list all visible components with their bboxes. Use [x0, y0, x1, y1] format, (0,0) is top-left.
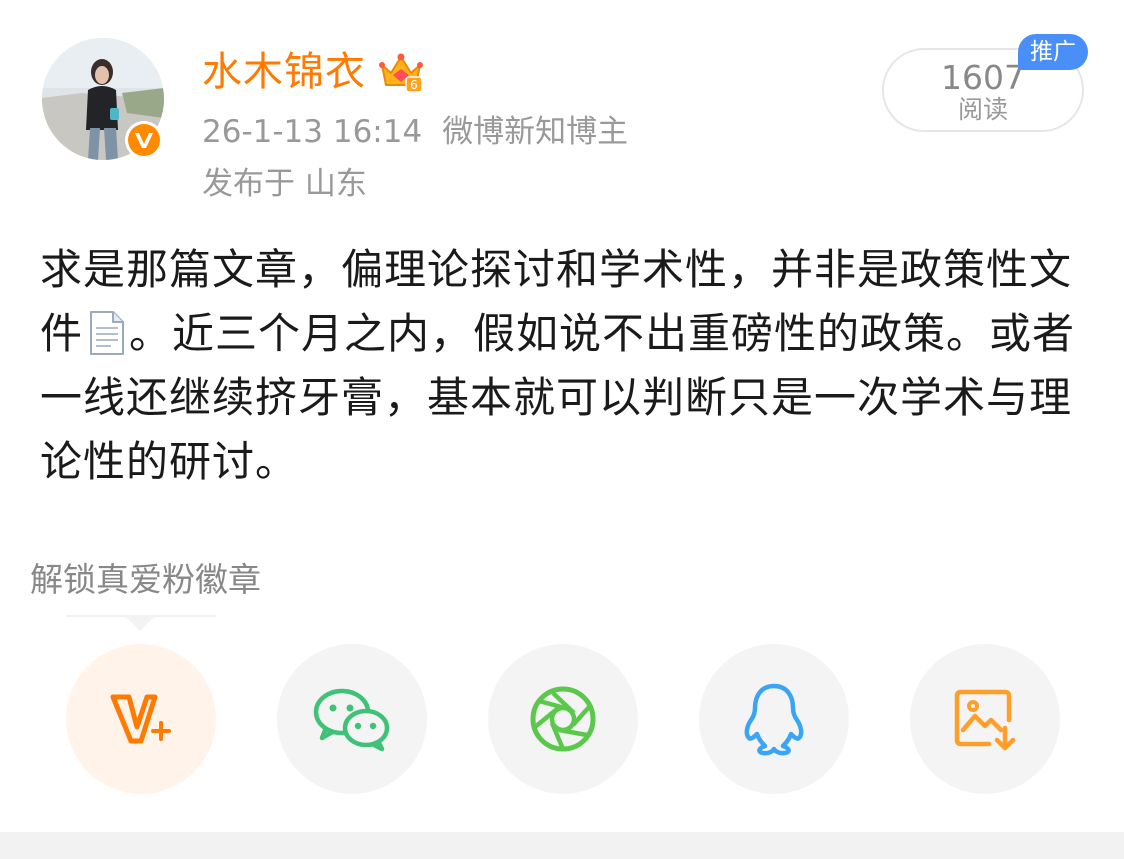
wechat-share-button[interactable]: [277, 644, 427, 794]
v-plus-icon: [110, 694, 171, 744]
save-image-button[interactable]: [910, 644, 1060, 794]
author-avatar[interactable]: [42, 38, 164, 160]
qq-share-button[interactable]: [699, 644, 849, 794]
qq-penguin-icon: [744, 683, 804, 756]
read-label: 阅读: [957, 95, 1008, 124]
document-icon: [85, 310, 127, 356]
moments-aperture-icon: [530, 686, 596, 752]
bottom-separator: [0, 832, 1124, 859]
unlock-fan-badge-label[interactable]: 解锁真爱粉徽章: [30, 558, 261, 602]
crown-member-icon[interactable]: 6: [378, 49, 424, 95]
post-location: 发布于 山东: [202, 166, 367, 202]
author-name[interactable]: 水木锦衣: [202, 52, 366, 92]
wechat-icon: [313, 688, 390, 752]
save-image-icon: [954, 689, 1016, 751]
tooltip-pointer: [124, 615, 156, 631]
post-text-part-2: 。近三个月之内，假如说不出重磅性的政策。或者一线还继续挤牙膏，基本就可以判断只是…: [40, 309, 1076, 486]
orange-verified-v-icon: [124, 120, 164, 160]
post-body: 求是那篇文章，偏理论探讨和学术性，并非是政策性文件 。近三个月之内，假如说不出重…: [40, 238, 1090, 494]
weibo-post-card: 水木锦衣 6 26-1-13 16:14 微博新知博主 发布于 山东 1607 阅…: [0, 0, 1124, 859]
v-plus-button[interactable]: [66, 644, 216, 794]
moments-share-button[interactable]: [488, 644, 638, 794]
promo-tag[interactable]: 推广: [1018, 34, 1088, 70]
post-meta: 26-1-13 16:14 微博新知博主: [202, 112, 628, 152]
post-timestamp: 26-1-13 16:14: [202, 114, 423, 150]
author-name-row: 水木锦衣 6: [202, 44, 424, 100]
author-tag[interactable]: 微博新知博主: [442, 114, 628, 150]
member-level-number: 6: [410, 78, 418, 92]
